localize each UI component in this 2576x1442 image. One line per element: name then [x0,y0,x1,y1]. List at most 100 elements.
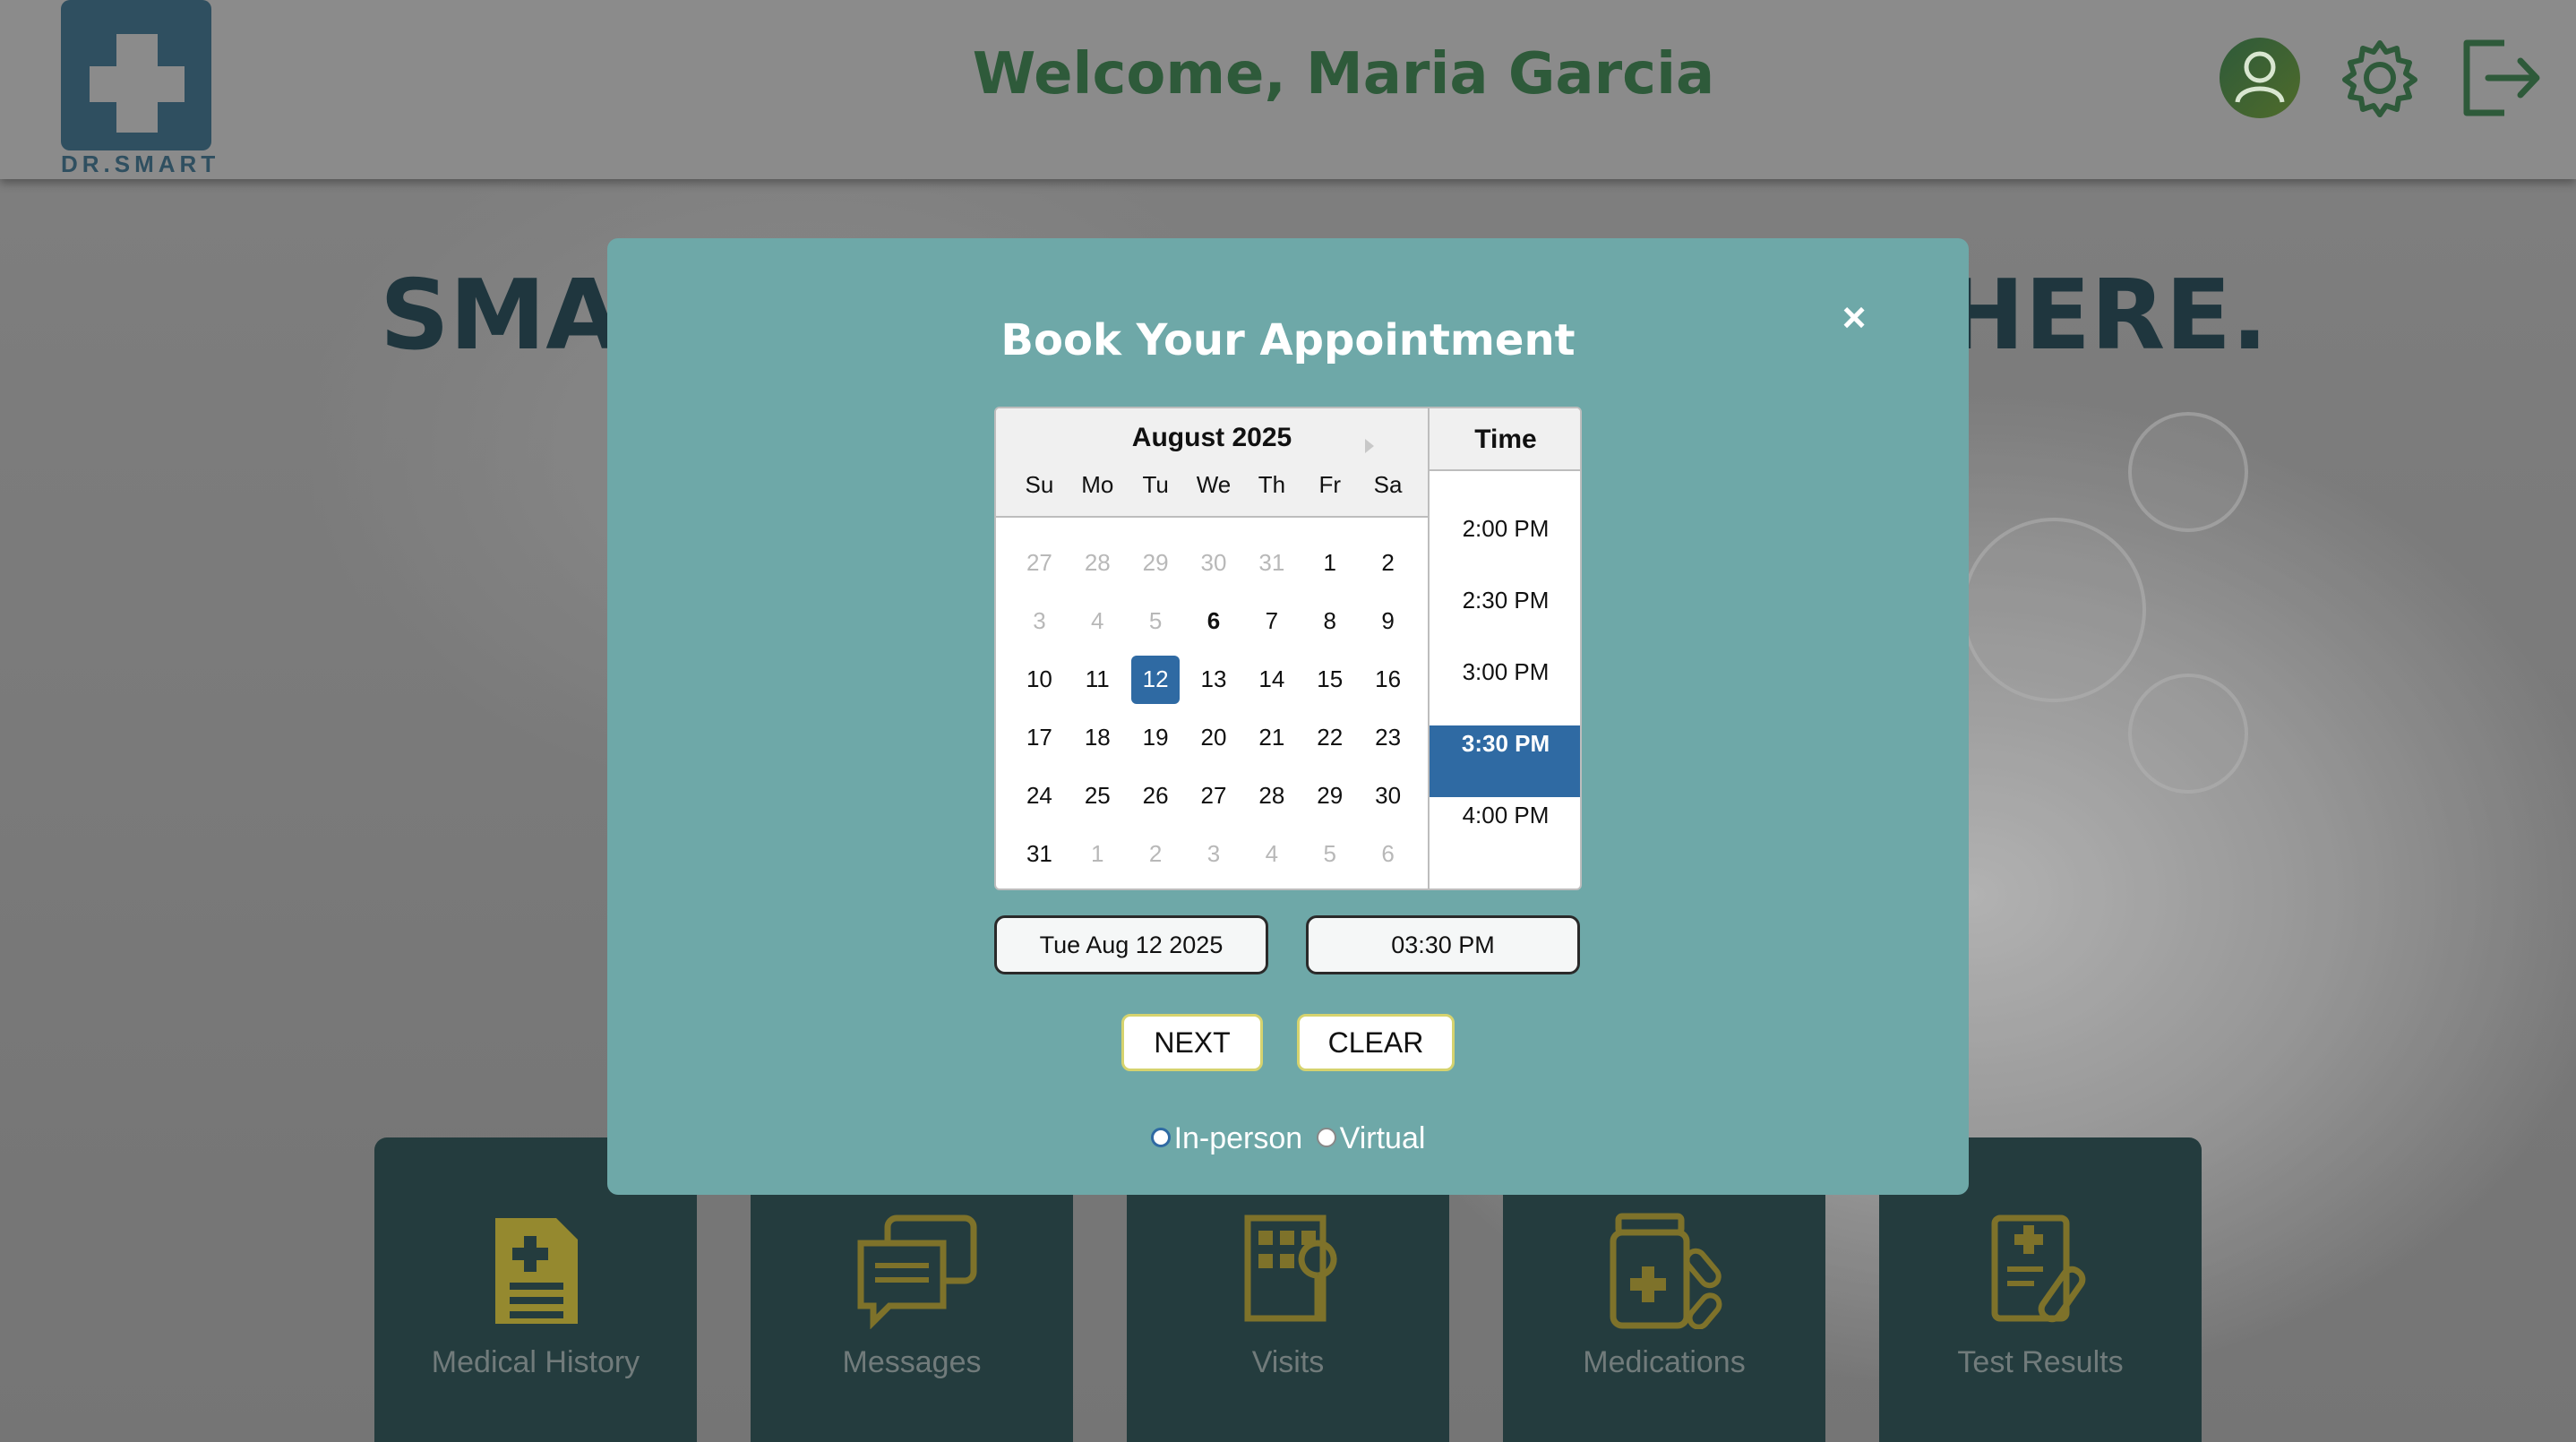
calendar-day[interactable]: 3 [1010,592,1069,650]
calendar-day[interactable]: 29 [1127,534,1185,592]
calendar-day-label: 7 [1265,607,1279,634]
calendar-day-label: 16 [1375,665,1402,692]
selected-time-field[interactable]: 03:30 PM [1306,915,1580,974]
calendar-day-label: 27 [1026,549,1052,576]
close-icon[interactable]: × [1833,296,1876,339]
in-person-radio[interactable] [1150,1128,1171,1148]
calendar-day[interactable]: 17 [1010,708,1069,767]
calendar-day[interactable]: 2 [1127,825,1185,883]
welcome-message: Welcome, Maria Garcia [972,41,1715,107]
calendar-day-label: 31 [1026,840,1052,867]
time-option[interactable]: 2:30 PM [1430,582,1580,654]
app-logo[interactable] [61,0,211,150]
calendar-day-label: 4 [1091,607,1104,634]
calendar-day[interactable]: 5 [1127,592,1185,650]
calendar-day-label: 30 [1200,549,1227,576]
calendar-week: 3 4 5 6 7 8 9 [1010,592,1417,650]
time-option[interactable]: 3:30 PM [1430,725,1580,797]
calendar-day-label: 28 [1258,782,1285,809]
calendar-week: 27 28 29 30 31 1 2 [1010,534,1417,592]
calendar-day[interactable]: 11 [1069,650,1127,708]
calendar-day[interactable]: 28 [1242,767,1301,825]
calendar-day-label: 11 [1085,665,1110,692]
calendar-day-label: 18 [1084,724,1111,751]
calendar-day[interactable]: 30 [1359,767,1417,825]
calendar-day[interactable]: 2 [1359,534,1417,592]
calendar-day[interactable]: 9 [1359,592,1417,650]
virtual-radio[interactable] [1316,1128,1336,1148]
calendar-day-label: 10 [1026,665,1052,692]
user-icon[interactable] [2220,38,2300,118]
weekday-row: Su Mo Tu We Th Fr Sa [1010,471,1417,499]
calendar-day-label: 8 [1323,607,1336,634]
calendar-day-label: 3 [1033,607,1046,634]
calendar-day[interactable]: 30 [1185,534,1243,592]
time-option[interactable]: 3:00 PM [1430,654,1580,725]
calendar-day[interactable]: 31 [1242,534,1301,592]
calendar-day[interactable]: 24 [1010,767,1069,825]
calendar-day[interactable]: 16 [1359,650,1417,708]
calendar-header: August 2025 Su Mo Tu We Th Fr Sa [996,408,1428,518]
calendar-day-label: 24 [1026,782,1052,809]
weekday-label: Sa [1373,471,1403,498]
time-list[interactable]: 1:30 PM2:00 PM2:30 PM3:00 PM3:30 PM4:00 … [1430,471,1580,888]
calendar-day-label: 5 [1323,840,1336,867]
calendar-day[interactable]: 14 [1242,650,1301,708]
weekday-label: Fr [1318,471,1341,498]
calendar-month: August 2025 [1131,423,1292,452]
calendar-day-label: 5 [1148,607,1163,634]
gear-icon[interactable] [2340,38,2420,118]
calendar-day[interactable]: 26 [1127,767,1185,825]
time-column: Time 1:30 PM2:00 PM2:30 PM3:00 PM3:30 PM… [1428,408,1580,888]
calendar-day[interactable]: 27 [1185,767,1243,825]
calendar-day-label: 3 [1206,840,1221,867]
calendar-day[interactable]: 10 [1010,650,1069,708]
calendar-day[interactable]: 28 [1069,534,1127,592]
next-button[interactable]: NEXT [1121,1014,1263,1071]
next-month-icon[interactable] [1365,439,1374,453]
logout-icon[interactable] [2458,38,2544,118]
calendar-day[interactable]: 4 [1069,592,1127,650]
time-option[interactable]: 1:30 PM [1430,471,1580,511]
calendar-day[interactable]: 21 [1242,708,1301,767]
calendar-day-label: 29 [1142,549,1169,576]
calendar-day[interactable]: 29 [1301,767,1359,825]
virtual-label[interactable]: Virtual [1340,1121,1426,1155]
calendar-day[interactable]: 20 [1185,708,1243,767]
calendar-day-label: 21 [1258,724,1285,751]
calendar-day[interactable]: 8 [1301,592,1359,650]
calendar-week: 17 18 19 20 21 22 23 [1010,708,1417,767]
calendar-day[interactable]: 18 [1069,708,1127,767]
calendar-day-label: 26 [1142,782,1169,809]
calendar-day-label: 2 [1148,840,1163,867]
calendar-day[interactable]: 19 [1127,708,1185,767]
calendar: August 2025 Su Mo Tu We Th Fr Sa 27 28 29 3… [996,408,1428,888]
calendar-day[interactable]: 13 [1185,650,1243,708]
calendar-day[interactable]: 3 [1185,825,1243,883]
calendar-day-label: 17 [1026,724,1052,751]
calendar-day-label: 31 [1258,549,1285,576]
calendar-day[interactable]: 25 [1069,767,1127,825]
selected-date-field[interactable]: Tue Aug 12 2025 [994,915,1268,974]
calendar-day[interactable]: 1 [1069,825,1127,883]
calendar-day[interactable]: 4 [1242,825,1301,883]
calendar-day[interactable]: 6 [1185,592,1243,650]
calendar-day[interactable]: 23 [1359,708,1417,767]
calendar-day[interactable]: 7 [1242,592,1301,650]
calendar-day[interactable]: 27 [1010,534,1069,592]
calendar-day[interactable]: 15 [1301,650,1359,708]
calendar-day[interactable]: 31 [1010,825,1069,883]
calendar-day[interactable]: 1 [1301,534,1359,592]
calendar-days: 27 28 29 30 31 1 2 3 4 5 6 7 8 9 10 11 12 13 14 15 16 17 18 19 2… [1010,534,1417,883]
in-person-label[interactable]: In-person [1174,1121,1303,1155]
calendar-day[interactable]: 6 [1359,825,1417,883]
time-option[interactable]: 2:00 PM [1430,511,1580,582]
calendar-day-label: 20 [1200,724,1227,751]
weekday-label: Tu [1142,471,1169,498]
calendar-day[interactable]: 12 [1127,650,1185,708]
calendar-day[interactable]: 5 [1301,825,1359,883]
clear-button[interactable]: CLEAR [1297,1014,1455,1071]
calendar-day[interactable]: 22 [1301,708,1359,767]
time-option[interactable]: 4:00 PM [1430,797,1580,869]
time-header: Time [1430,408,1580,471]
